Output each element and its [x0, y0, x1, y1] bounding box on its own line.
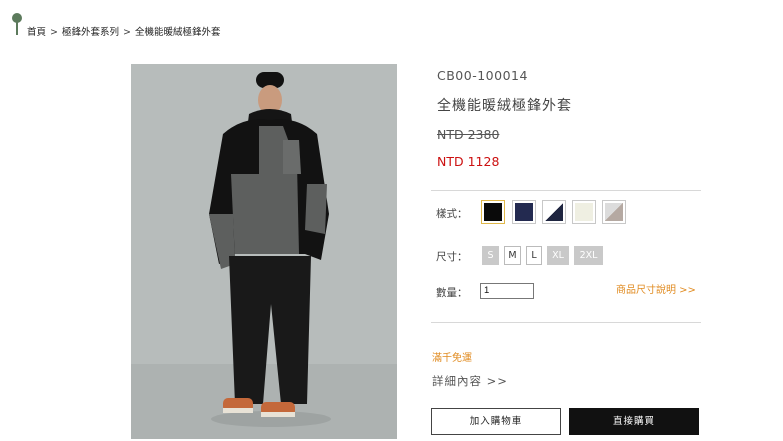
- free-shipping-notice: 滿千免運: [432, 353, 472, 364]
- product-title: 全機能暖絨極鋒外套: [437, 98, 572, 114]
- details-link[interactable]: 詳細內容 >>: [432, 373, 508, 389]
- divider: [431, 190, 701, 191]
- size-guide-link[interactable]: 商品尺寸說明 >>: [616, 281, 696, 296]
- style-swatch-black[interactable]: [481, 200, 505, 224]
- style-swatch-cream[interactable]: [572, 200, 596, 224]
- style-label: 樣式：: [436, 208, 468, 220]
- size-option-2xl[interactable]: 2XL: [574, 246, 603, 265]
- product-photo: [131, 64, 397, 439]
- sale-price: NTD 1128: [437, 154, 500, 169]
- quantity-input[interactable]: 1: [480, 283, 534, 299]
- breadcrumb: 首頁 > 極鋒外套系列 > 全機能暖絨極鋒外套: [27, 24, 220, 38]
- breadcrumb-category[interactable]: 極鋒外套系列: [62, 24, 119, 38]
- original-price: NTD 2380: [437, 127, 500, 142]
- breadcrumb-separator: >: [123, 27, 131, 38]
- divider: [431, 322, 701, 323]
- size-label: 尺寸：: [436, 251, 468, 263]
- style-swatch-white-navy[interactable]: [542, 200, 566, 224]
- add-to-cart-button[interactable]: 加入購物車: [431, 408, 561, 435]
- quantity-label: 數量：: [436, 287, 468, 299]
- product-sku: CB00-100014: [437, 68, 528, 83]
- size-option-s[interactable]: S: [482, 246, 499, 265]
- size-option-m[interactable]: M: [504, 246, 521, 265]
- style-swatch-navy[interactable]: [512, 200, 536, 224]
- breadcrumb-separator: >: [50, 27, 58, 38]
- breadcrumb-current: 全機能暖絨極鋒外套: [134, 27, 221, 38]
- buy-now-button[interactable]: 直接購買: [569, 408, 699, 435]
- style-swatch-taupe-gray[interactable]: [602, 200, 626, 224]
- size-option-l[interactable]: L: [526, 246, 542, 265]
- size-option-xl[interactable]: XL: [547, 246, 569, 265]
- breadcrumb-home[interactable]: 首頁: [27, 24, 46, 38]
- location-pin-icon: [12, 13, 22, 35]
